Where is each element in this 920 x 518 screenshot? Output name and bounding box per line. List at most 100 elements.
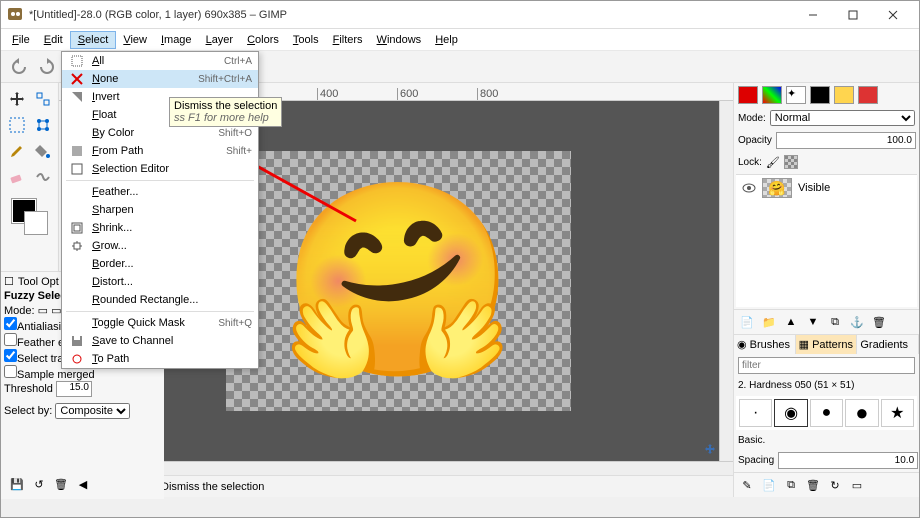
menu-item-all[interactable]: AllCtrl+A (62, 52, 258, 70)
refresh-brush-icon[interactable]: ↻ (826, 476, 844, 494)
tab-brushes[interactable]: ◉Brushes (734, 335, 796, 354)
select-by-dropdown[interactable]: Composite (55, 403, 130, 419)
brush-item[interactable]: ◉ (774, 399, 807, 427)
menu-item-toggle-quick-mask[interactable]: Toggle Quick MaskShift+Q (62, 314, 258, 332)
lock-paint-icon[interactable]: 🖌 (766, 156, 780, 169)
undo-history-icon[interactable] (7, 55, 31, 79)
channel-red-icon[interactable] (738, 86, 758, 104)
brush-item[interactable]: · (739, 399, 772, 427)
menu-select[interactable]: Select (70, 31, 117, 49)
tab-gradients[interactable]: Gradients (857, 335, 919, 354)
redo-history-icon[interactable] (35, 55, 59, 79)
menu-filters[interactable]: Filters (326, 32, 370, 48)
reset-preset-icon[interactable]: ◀ (74, 475, 92, 493)
nav-preview-icon[interactable] (703, 442, 717, 459)
shrink-icon (68, 222, 86, 234)
maximize-button[interactable] (833, 1, 873, 29)
bucket-fill-icon[interactable] (31, 139, 55, 163)
delete-layer-icon[interactable]: 🗑 (870, 313, 888, 331)
menu-item-grow-[interactable]: Grow... (62, 237, 258, 255)
new-layer-icon[interactable]: 📄 (738, 313, 756, 331)
menu-windows[interactable]: Windows (370, 32, 429, 48)
tab-patterns[interactable]: ▦Patterns (796, 335, 858, 354)
align-tool-icon[interactable] (31, 87, 55, 111)
layer-thumbnail: 🤗 (762, 178, 792, 198)
all-icon (68, 55, 86, 67)
menu-item-save-to-channel[interactable]: Save to Channel (62, 332, 258, 350)
visibility-eye-icon[interactable] (742, 181, 756, 195)
cage-tool-icon[interactable] (31, 113, 55, 137)
menu-item-rounded-rectangle-[interactable]: Rounded Rectangle... (62, 291, 258, 309)
close-button[interactable] (873, 1, 913, 29)
menu-file[interactable]: File (5, 32, 37, 48)
save-preset-icon[interactable]: 💾 (8, 475, 26, 493)
tooltip: Dismiss the selection ss F1 for more hel… (169, 97, 282, 127)
layers-icon[interactable] (858, 86, 878, 104)
select-transparent-checkbox[interactable] (4, 349, 17, 362)
menu-view[interactable]: View (116, 32, 154, 48)
x-icon (68, 73, 86, 85)
menu-item-distort-[interactable]: Distort... (62, 273, 258, 291)
antialias-checkbox[interactable] (4, 317, 17, 330)
move-tool-icon[interactable] (5, 87, 29, 111)
brush-filter-input[interactable] (738, 357, 915, 374)
rect-select-icon[interactable] (5, 113, 29, 137)
menu-item-selection-editor[interactable]: Selection Editor (62, 160, 258, 178)
mode-label: Mode: (738, 113, 766, 124)
path-icon (68, 145, 86, 157)
layer-group-icon[interactable]: 📁 (760, 313, 778, 331)
brush-item[interactable]: ★ (881, 399, 914, 427)
new-brush-icon[interactable]: 📄 (760, 476, 778, 494)
right-dock: ✦ ↶ Mode: Normal Opacity Lock: 🖌 🤗 Visib… (733, 83, 919, 497)
menubar: FileEditSelectViewImageLayerColorsToolsF… (1, 29, 919, 51)
anchor-layer-icon[interactable]: ⚓ (848, 313, 866, 331)
mode-replace-icon[interactable]: ▭ (38, 305, 48, 317)
menu-image[interactable]: Image (154, 32, 199, 48)
sample-merged-checkbox[interactable] (4, 365, 17, 378)
save-icon (68, 335, 86, 347)
threshold-input[interactable]: 15.0 (56, 381, 92, 397)
menu-item-shrink-[interactable]: Shrink... (62, 219, 258, 237)
menu-item-feather-[interactable]: Feather... (62, 183, 258, 201)
blend-mode-select[interactable]: Normal (770, 110, 915, 126)
restore-preset-icon[interactable]: ↺ (30, 475, 48, 493)
scrollbar-vertical[interactable] (719, 101, 733, 461)
menu-edit[interactable]: Edit (37, 32, 70, 48)
mode-add-icon[interactable]: ▭ (51, 305, 61, 317)
edit-brush-icon[interactable]: ✎ (738, 476, 756, 494)
history-icon[interactable] (834, 86, 854, 104)
tool-options-title: Tool Opt (18, 276, 59, 288)
menu-colors[interactable]: Colors (240, 32, 286, 48)
brush-item[interactable]: ● (845, 399, 878, 427)
menu-tools[interactable]: Tools (286, 32, 326, 48)
menu-help[interactable]: Help (428, 32, 465, 48)
undo-icon[interactable]: ↶ (810, 86, 830, 104)
menu-layer[interactable]: Layer (199, 32, 241, 48)
color-swatches[interactable] (12, 199, 48, 235)
menu-item-border-[interactable]: Border... (62, 255, 258, 273)
invert-icon (68, 91, 86, 103)
menu-item-sharpen[interactable]: Sharpen (62, 201, 258, 219)
menu-item-none[interactable]: NoneShift+Ctrl+A (62, 70, 258, 88)
raise-layer-icon[interactable]: ▲ (782, 313, 800, 331)
spacing-input[interactable] (778, 452, 918, 469)
menu-item-from-path[interactable]: From PathShift+ (62, 142, 258, 160)
lock-alpha-icon[interactable] (784, 155, 798, 169)
menu-item-to-path[interactable]: To Path (62, 350, 258, 368)
feather-checkbox[interactable] (4, 333, 17, 346)
warp-tool-icon[interactable] (31, 165, 55, 189)
duplicate-layer-icon[interactable]: ⧉ (826, 313, 844, 331)
paintbrush-icon[interactable] (5, 139, 29, 163)
layer-row[interactable]: 🤗 Visible (736, 175, 917, 201)
minimize-button[interactable] (793, 1, 833, 29)
paths-icon[interactable]: ✦ (786, 86, 806, 104)
eraser-icon[interactable] (5, 165, 29, 189)
opacity-input[interactable] (776, 132, 916, 149)
lower-layer-icon[interactable]: ▼ (804, 313, 822, 331)
brush-item[interactable]: ● (810, 399, 843, 427)
delete-brush-icon[interactable]: 🗑 (804, 476, 822, 494)
duplicate-brush-icon[interactable]: ⧉ (782, 476, 800, 494)
delete-preset-icon[interactable]: 🗑 (52, 475, 70, 493)
channels-icon[interactable] (762, 86, 782, 104)
open-as-image-icon[interactable]: ▭ (848, 476, 866, 494)
